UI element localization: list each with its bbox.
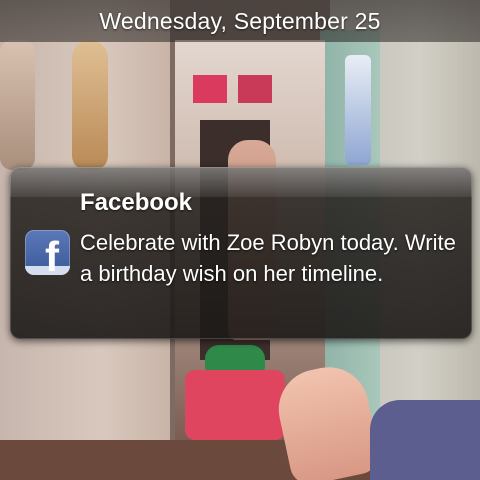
- notification-app-name: Facebook: [80, 189, 193, 216]
- notification-message: Celebrate with Zoe Robyn today. Write a …: [80, 230, 456, 286]
- lockscreen-date-bar: Wednesday, September 25: [0, 0, 480, 42]
- wallpaper-picture-frame: [238, 75, 272, 103]
- wallpaper-blanket: [370, 400, 480, 480]
- facebook-icon: f: [25, 230, 70, 275]
- wallpaper-picture-frame: [193, 75, 227, 103]
- wallpaper-guitar: [72, 40, 108, 170]
- push-notification-banner[interactable]: f Facebook Celebrate with Zoe Robyn toda…: [10, 167, 472, 339]
- lockscreen-date: Wednesday, September 25: [99, 7, 381, 34]
- wallpaper-hanging-item: [0, 40, 35, 170]
- facebook-icon-glyph: f: [45, 233, 59, 276]
- wallpaper-pennant: [345, 55, 371, 165]
- wallpaper-bag: [185, 370, 285, 440]
